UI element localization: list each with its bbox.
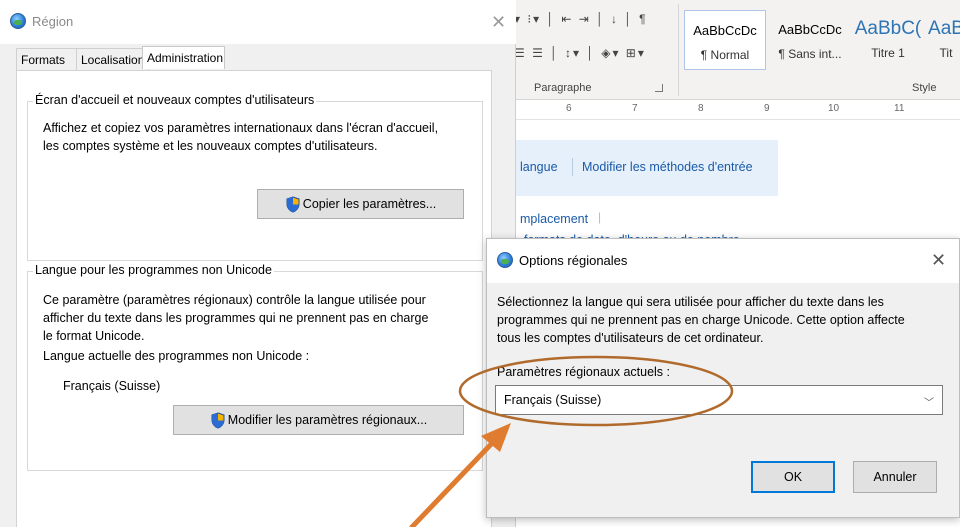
annotation-arrow-line bbox=[409, 435, 500, 527]
annotation-overlay bbox=[409, 355, 734, 527]
highlight-ellipse bbox=[458, 355, 734, 427]
